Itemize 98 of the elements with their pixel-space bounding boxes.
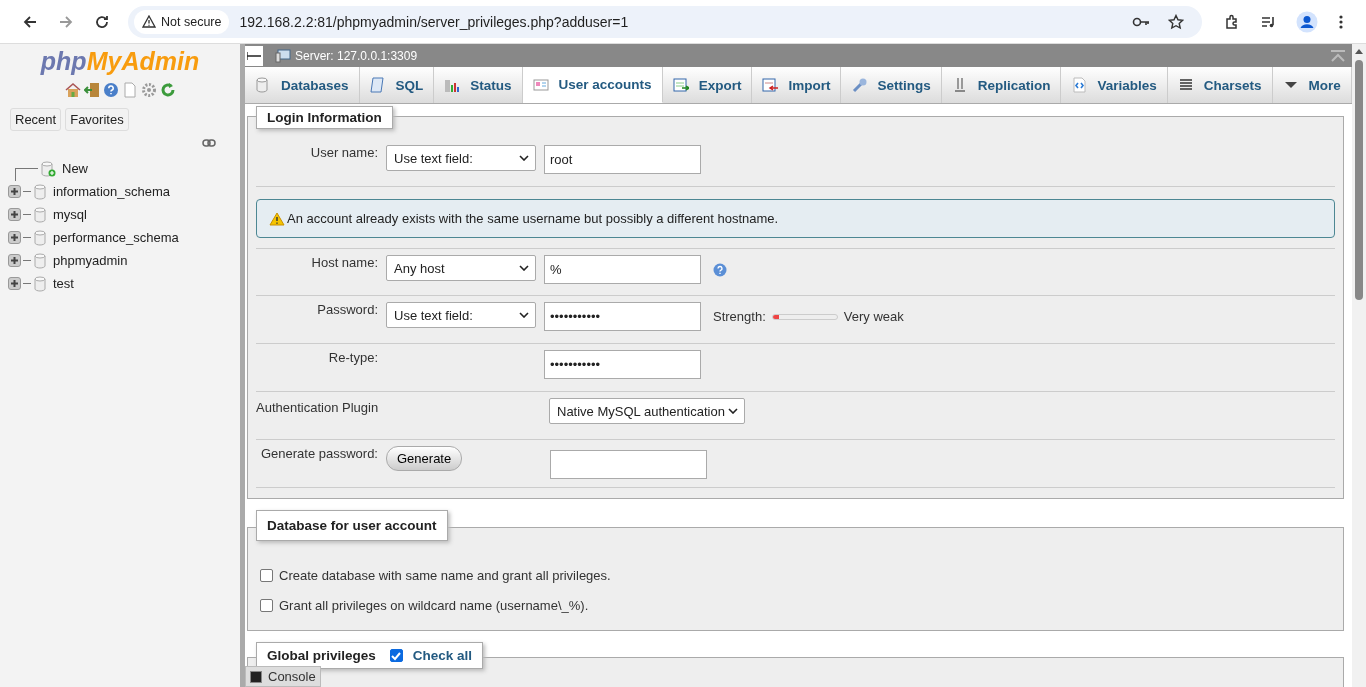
expand-icon[interactable] — [8, 208, 21, 221]
reload-icon[interactable] — [94, 13, 110, 30]
database-icon — [33, 229, 47, 246]
dropdown[interactable]: Use text field: — [386, 302, 536, 328]
nav-tab[interactable]: More — [1272, 67, 1352, 103]
chevron-icon — [519, 265, 529, 271]
database-icon — [33, 206, 47, 223]
checkbox[interactable] — [260, 568, 273, 582]
text-field[interactable]: ••••••••••• — [544, 302, 701, 331]
dropdown[interactable]: Any host — [386, 255, 536, 281]
option-label: Create database with same name and grant all privileges. — [279, 567, 611, 583]
expand-icon[interactable] — [8, 185, 21, 198]
tree-item[interactable]: mysql — [53, 207, 87, 222]
menu-icon[interactable] — [1338, 13, 1344, 30]
sidebar-button[interactable]: Recent — [10, 108, 62, 131]
export-icon — [672, 77, 689, 93]
star-icon[interactable] — [1168, 13, 1184, 30]
console-icon — [250, 670, 262, 683]
sidebar-button[interactable]: Favorites — [65, 108, 129, 131]
scrollbar[interactable] — [1352, 44, 1366, 687]
tree-item[interactable]: phpmyadmin — [53, 253, 128, 268]
field-label: Re-type: — [327, 350, 378, 365]
notice-message: An account already exists with the same username but possibly a different hostname. — [256, 199, 1335, 238]
nav-tab[interactable]: User accounts — [522, 67, 663, 103]
new-database-icon[interactable] — [40, 160, 56, 177]
dropdown[interactable]: Use text field: — [386, 145, 536, 171]
bar-chart-icon — [444, 77, 461, 93]
tree-item[interactable]: New — [62, 161, 88, 176]
text-field[interactable]: ••••••••••• — [544, 350, 701, 379]
key-icon[interactable] — [1132, 15, 1150, 28]
field-label: Password: — [316, 302, 378, 317]
option-label: Grant all privileges on wildcard name (username\_%). — [279, 597, 589, 613]
expand-icon[interactable] — [8, 277, 21, 290]
strength-label: Strength: — [713, 309, 766, 324]
expand-icon[interactable] — [8, 231, 21, 244]
id-card-icon — [532, 76, 549, 93]
database-icon — [33, 183, 47, 200]
nav-tab[interactable]: Replication — [941, 67, 1062, 103]
strength-meter — [771, 313, 838, 320]
chevron-icon — [519, 155, 529, 161]
database-icon — [33, 275, 47, 292]
nav-tab[interactable]: Export — [662, 67, 753, 103]
home-icon[interactable] — [64, 82, 81, 98]
nav-tab[interactable]: Variables — [1061, 67, 1168, 103]
checkbox[interactable] — [389, 649, 403, 662]
database-icon — [255, 77, 271, 93]
help-icon[interactable] — [713, 262, 727, 277]
checkbox[interactable] — [260, 598, 273, 612]
nav-tab[interactable]: Databases — [245, 67, 360, 103]
address-bar[interactable]: Not secure 192.168.2.2:81/phpmyadmin/server_privileges.php?adduser=1 — [128, 5, 1202, 38]
nav-tab[interactable]: Import — [752, 67, 842, 103]
dropdown[interactable]: Native MySQL authentication — [549, 398, 745, 424]
wrench-icon — [851, 77, 868, 93]
logo[interactable]: phpMyAdmin — [40, 47, 200, 76]
tree-item[interactable]: test — [53, 276, 74, 291]
import-icon — [762, 77, 779, 93]
help-icon[interactable] — [102, 82, 119, 98]
expand-icon[interactable] — [8, 254, 21, 267]
nav-tab[interactable]: SQL — [359, 67, 435, 103]
security-chip[interactable]: Not secure — [134, 9, 230, 34]
tree-item[interactable]: performance_schema — [53, 230, 179, 245]
nav-tab[interactable]: Charsets — [1167, 67, 1273, 103]
text-field[interactable]: % — [544, 255, 701, 284]
server-icon — [275, 48, 291, 63]
link-icon[interactable] — [202, 139, 216, 147]
tree-line — [15, 168, 38, 181]
back-icon[interactable] — [22, 13, 38, 30]
console-toggle[interactable]: Console — [245, 666, 321, 687]
chevron-icon — [519, 312, 529, 318]
database-icon — [33, 252, 47, 269]
field-label: Generate password: — [259, 446, 378, 461]
exit-icon[interactable] — [83, 82, 100, 98]
scroll-icon — [369, 77, 386, 93]
extensions-icon[interactable] — [1224, 13, 1240, 30]
chevron-icon — [728, 408, 738, 414]
legend-text: Global privileges — [267, 648, 376, 663]
code-file-icon — [1071, 77, 1088, 93]
field-label: Authentication Plugin — [256, 399, 380, 415]
nav-tab[interactable]: Status — [434, 67, 523, 103]
field-label: User name: — [309, 145, 378, 160]
lines-icon — [1177, 77, 1194, 93]
check-all-link[interactable]: Check all — [412, 648, 473, 663]
warning-icon — [269, 211, 285, 226]
field-label: Host name: — [310, 255, 378, 270]
forward-icon[interactable] — [58, 13, 74, 30]
section-legend: Database for user account — [256, 510, 448, 541]
collapse-sidebar-icon[interactable] — [245, 45, 263, 66]
generate-button[interactable]: Generate — [386, 446, 463, 471]
text-field[interactable] — [550, 450, 708, 479]
text-field[interactable]: root — [544, 145, 701, 174]
url-text: 192.168.2.2:81/phpmyadmin/server_privileges.php?adduser=1 — [239, 13, 630, 30]
nav-tab[interactable]: Settings — [841, 67, 942, 103]
gear-icon[interactable] — [140, 82, 157, 98]
warning-icon — [142, 15, 156, 28]
profile-icon[interactable] — [1296, 10, 1318, 33]
section-legend: Login Information — [256, 106, 393, 129]
tree-item[interactable]: information_schema — [53, 184, 171, 199]
strength-reading: Very weak — [843, 309, 904, 324]
